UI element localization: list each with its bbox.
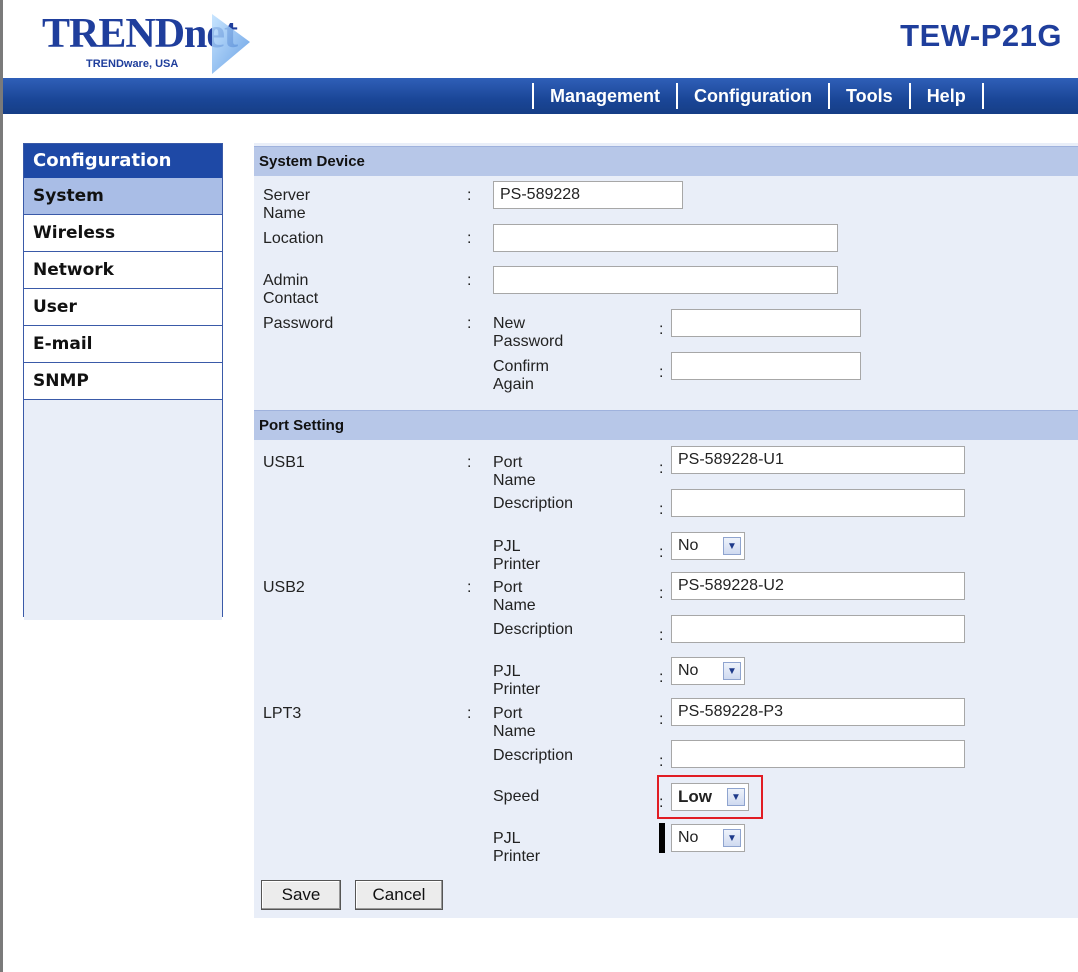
password-label: Password [263,315,334,332]
trendnet-logo: TRENDnet TRENDware, USA [38,4,258,76]
server-name-label: Server Name [263,187,311,222]
save-button[interactable]: Save [261,880,341,910]
colon: : [659,627,664,644]
sidebar-item-network[interactable]: Network [24,252,222,289]
usb2-description-input[interactable] [671,615,965,643]
usb2-port-name-input[interactable] [671,572,965,600]
usb2-pjl-select[interactable]: No ▼ [671,657,745,685]
pjl-printer-label: PJL Printer [493,538,541,573]
nav-separator [828,83,831,109]
lpt3-label: LPT3 [263,705,302,722]
colon: : [659,711,664,728]
usb1-pjl-select[interactable]: No ▼ [671,532,745,560]
config-panel: System Device Server Name : Location : A… [254,143,1078,918]
location-input[interactable] [493,224,838,252]
logo-triangle-icon [212,14,250,74]
nav-configuration[interactable]: Configuration [686,86,820,107]
main-nav: Management Configuration Tools Help [524,78,992,114]
new-password-input[interactable] [671,309,861,337]
nav-management[interactable]: Management [542,86,668,107]
sidebar: Configuration System Wireless Network Us… [23,143,223,620]
usb1-port-name-input[interactable] [671,446,965,474]
port-name-label: Port Name [493,579,536,614]
speed-highlight-box [657,775,763,819]
product-model: TEW-P21G [900,18,1062,53]
nav-tools[interactable]: Tools [838,86,901,107]
port-name-label: Port Name [493,705,536,740]
colon: : [467,187,472,204]
chevron-down-icon: ▼ [723,537,741,555]
sidebar-item-system[interactable]: System [24,178,222,215]
colon: : [659,753,664,770]
sidebar-title: Configuration [24,144,222,178]
pjl-printer-label: PJL Printer [493,830,541,865]
colon: : [659,460,664,477]
sidebar-item-wireless[interactable]: Wireless [24,215,222,252]
logo-subtext: TRENDware, USA [86,58,179,70]
location-label: Location [263,230,324,247]
lpt3-pjl-select[interactable]: No ▼ [671,824,745,852]
colon: : [659,544,664,561]
confirm-again-label: Confirm Again [493,358,550,393]
usb1-label: USB1 [263,454,305,471]
colon: : [659,501,664,518]
colon: : [467,579,472,596]
colon: : [659,585,664,602]
sidebar-item-email[interactable]: E-mail [24,326,222,363]
usb1-pjl-value: No [678,537,699,554]
port-name-label: Port Name [493,454,536,489]
colon: : [467,315,472,332]
chevron-down-icon: ▼ [723,662,741,680]
colon: : [659,321,664,338]
usb1-description-input[interactable] [671,489,965,517]
speed-label: Speed [493,788,540,805]
lpt3-port-name-input[interactable] [671,698,965,726]
colon: : [467,705,472,722]
focus-marker [659,823,665,853]
colon: : [467,272,472,289]
colon: : [659,669,664,686]
admin-contact-input[interactable] [493,266,838,294]
top-navbar: Management Configuration Tools Help [3,78,1078,114]
cancel-button[interactable]: Cancel [355,880,443,910]
lpt3-description-input[interactable] [671,740,965,768]
nav-separator [908,83,911,109]
nav-separator [981,83,984,109]
nav-help[interactable]: Help [919,86,974,107]
new-password-label: New Password [493,315,564,350]
colon: : [467,454,472,471]
pjl-printer-label: PJL Printer [493,663,541,698]
description-label: Description [493,621,574,638]
colon: : [467,230,472,247]
sidebar-item-user[interactable]: User [24,289,222,326]
lpt3-pjl-value: No [678,829,699,846]
chevron-down-icon: ▼ [723,829,741,847]
sidebar-item-snmp[interactable]: SNMP [24,363,222,400]
description-label: Description [493,747,574,764]
section-port-setting: Port Setting [254,410,1078,440]
colon: : [659,364,664,381]
sidebar-filler [24,400,222,620]
page-left-rule [0,0,3,972]
description-label: Description [493,495,574,512]
confirm-password-input[interactable] [671,352,861,380]
admin-contact-label: Admin Contact [263,272,319,307]
server-name-input[interactable] [493,181,683,209]
section-system-device: System Device [254,146,1078,176]
nav-separator [532,83,534,109]
nav-separator [676,83,679,109]
usb2-pjl-value: No [678,662,699,679]
usb2-label: USB2 [263,579,305,596]
